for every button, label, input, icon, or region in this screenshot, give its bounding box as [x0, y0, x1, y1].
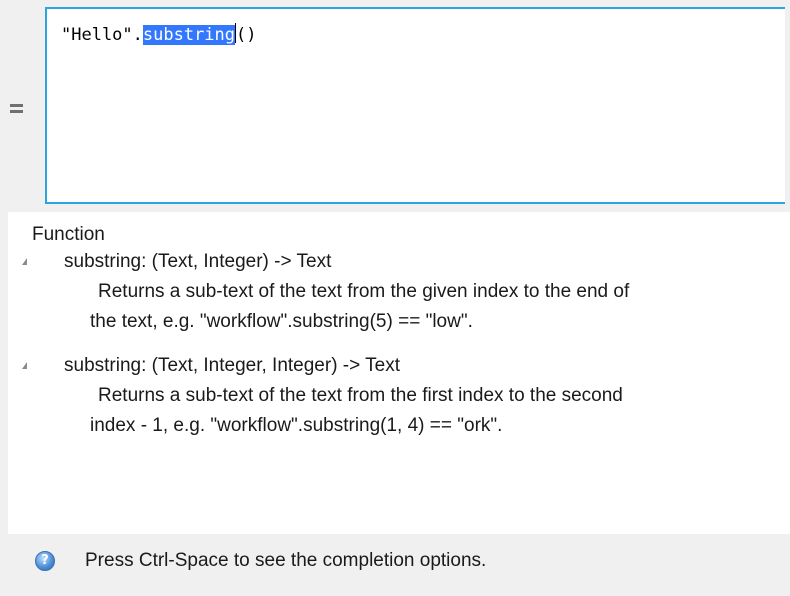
expression-editor[interactable]: "Hello".substring()	[45, 7, 785, 204]
code-selected-text: substring	[142, 25, 236, 45]
expanded-triangle-icon[interactable]	[22, 258, 27, 265]
description-line: Returns a sub-text of the text from the …	[98, 281, 630, 302]
status-bar: ? Press Ctrl-Space to see the completion…	[0, 534, 790, 596]
expanded-triangle-icon[interactable]	[22, 362, 27, 369]
function-signature: substring: (Text, Integer, Integer) -> T…	[64, 355, 401, 376]
expression-editor-window: "Hello".substring() Function substring: …	[0, 0, 790, 596]
info-heading: Function	[32, 224, 105, 245]
code-prefix: "Hello".	[61, 25, 143, 45]
function-signature: substring: (Text, Integer) -> Text	[64, 251, 332, 272]
status-text: Press Ctrl-Space to see the completion o…	[85, 550, 487, 571]
function-description: Returns a sub-text of the text from the …	[90, 381, 770, 441]
code-suffix: ()	[236, 25, 257, 45]
description-line: Returns a sub-text of the text from the …	[98, 385, 623, 406]
description-line: index - 1, e.g. "workflow".substring(1, …	[90, 415, 503, 436]
function-description: Returns a sub-text of the text from the …	[90, 277, 770, 337]
description-line: the text, e.g. "workflow".substring(5) =…	[90, 311, 473, 332]
editor-row: "Hello".substring()	[0, 0, 790, 212]
equals-icon	[10, 104, 24, 114]
help-icon: ?	[35, 551, 55, 571]
function-info-panel: Function substring: (Text, Integer) -> T…	[8, 212, 790, 534]
code-line[interactable]: "Hello".substring()	[61, 23, 257, 46]
